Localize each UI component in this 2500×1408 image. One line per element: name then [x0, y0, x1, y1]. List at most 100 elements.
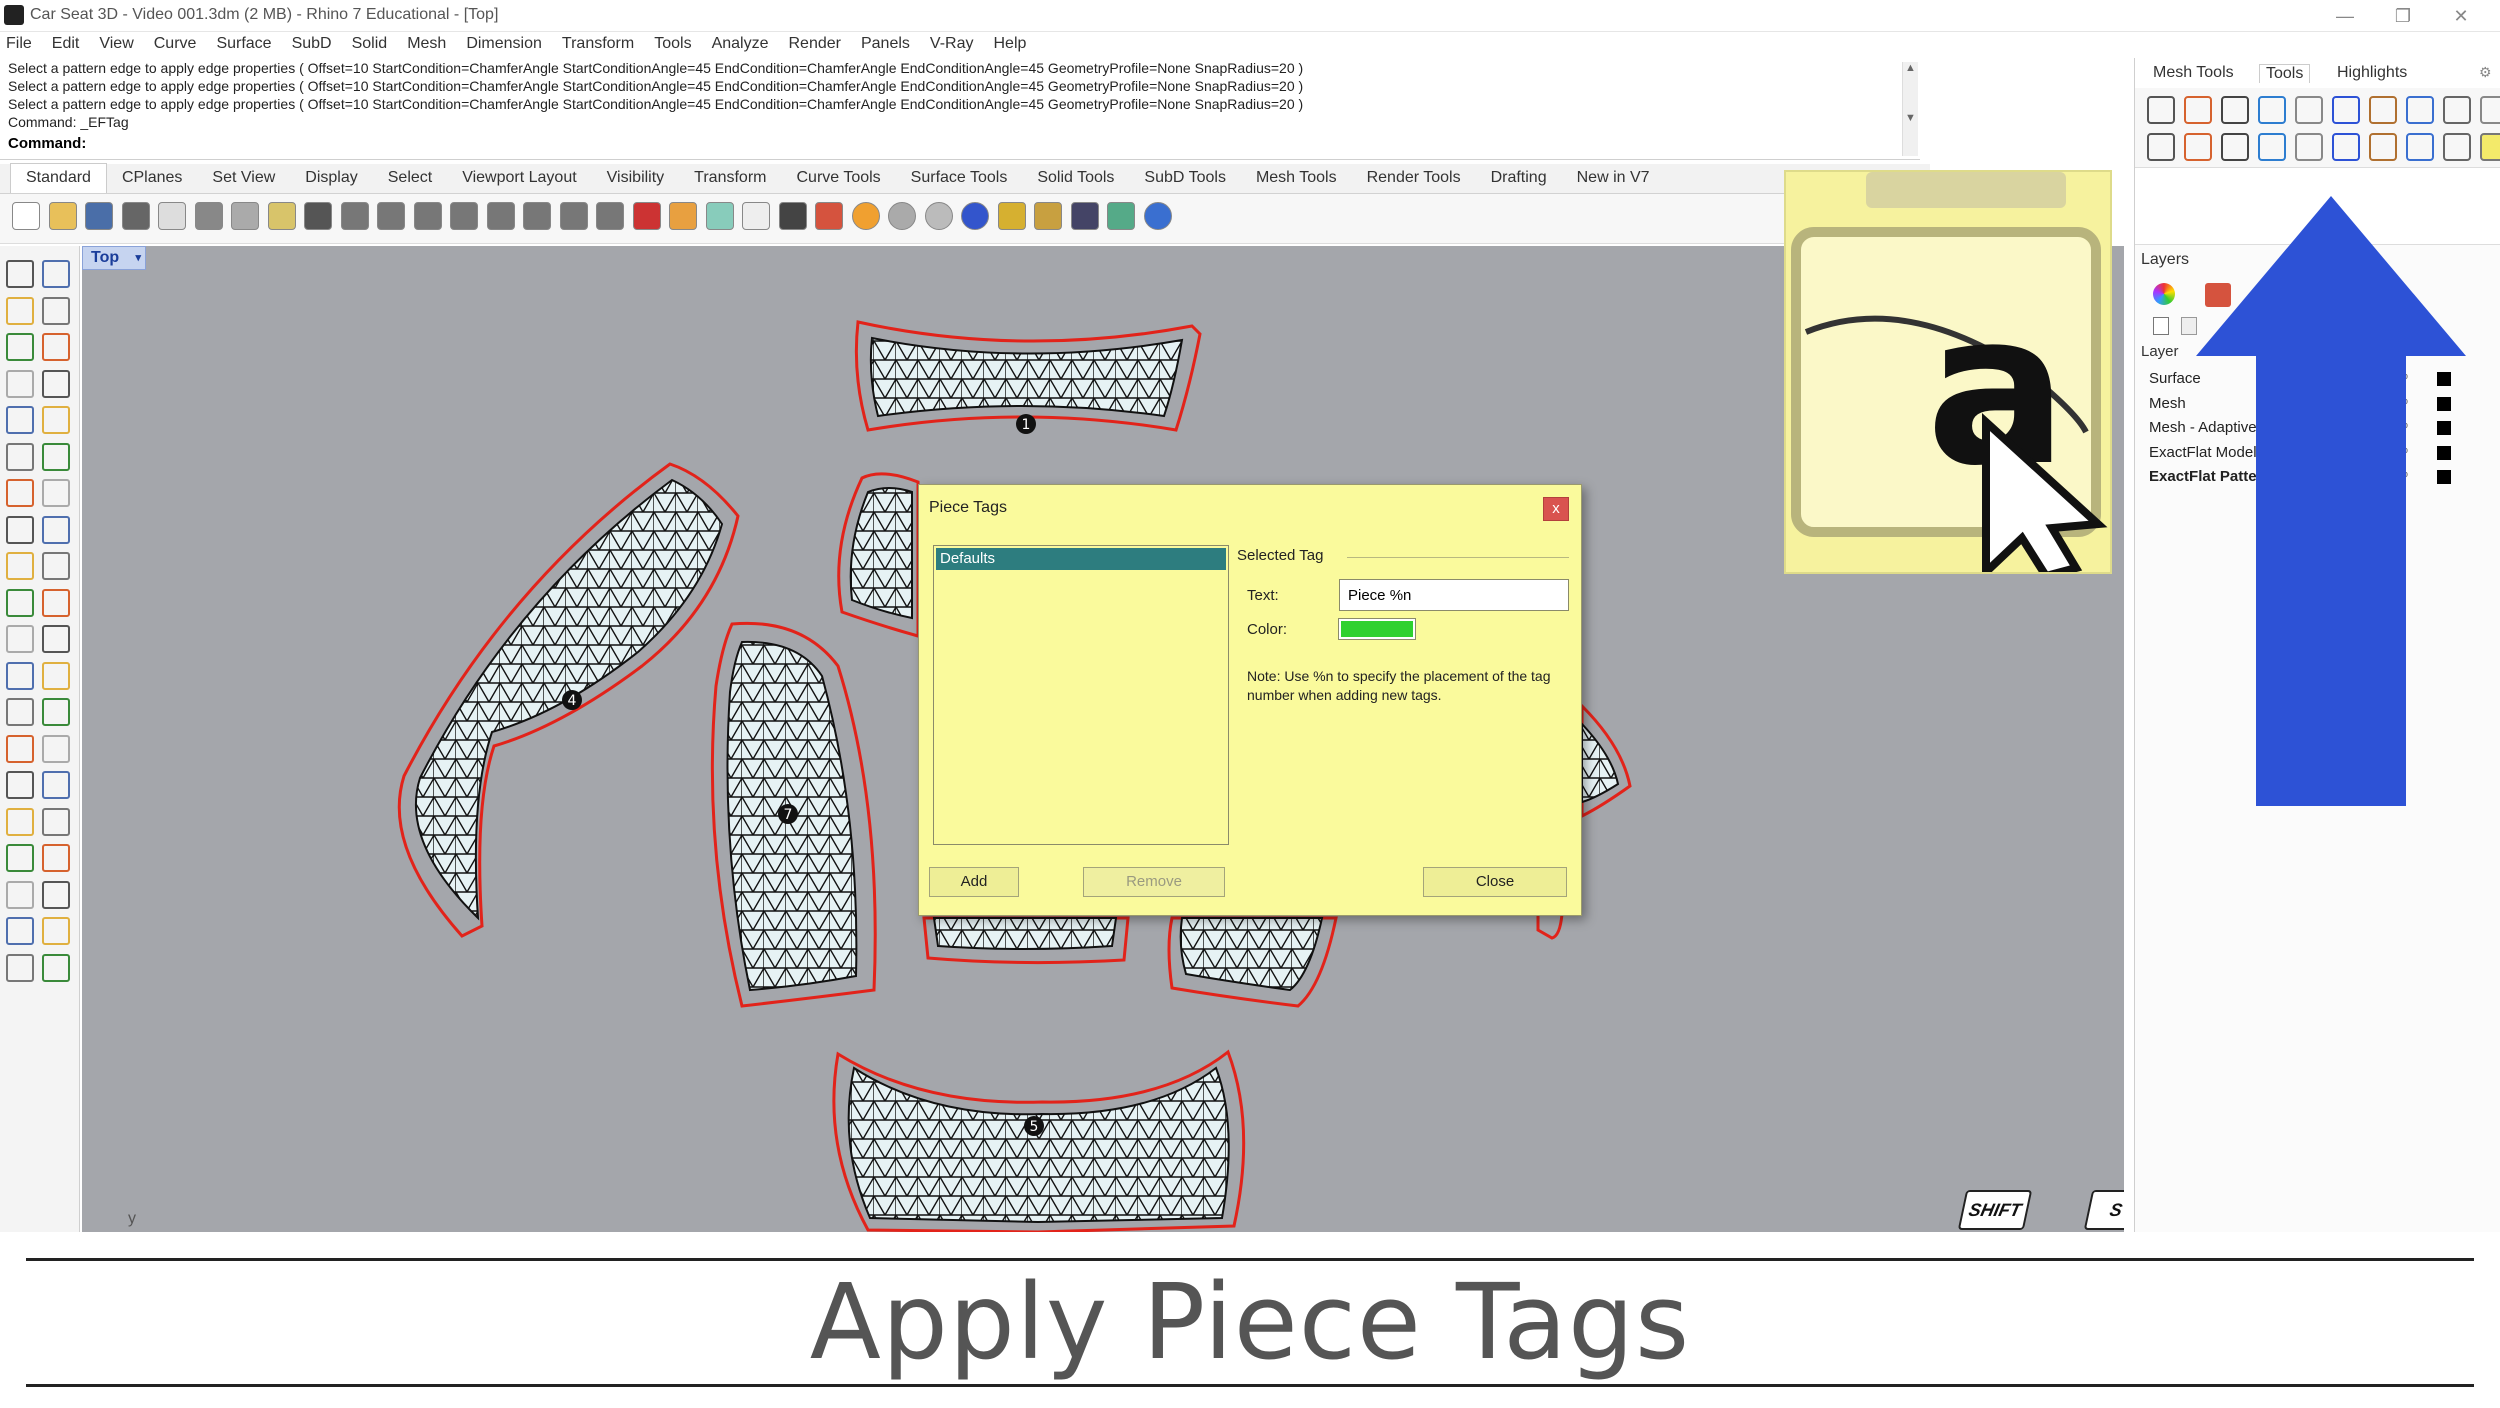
tab-render-tools[interactable]: Render Tools	[1352, 169, 1476, 193]
boolean-icon[interactable]	[6, 661, 34, 690]
curve-icon[interactable]	[42, 296, 70, 325]
save-icon[interactable]	[85, 202, 113, 230]
menu-v-ray[interactable]: V-Ray	[930, 35, 974, 53]
group-icon[interactable]	[6, 734, 34, 763]
menu-dimension[interactable]: Dimension	[466, 35, 542, 53]
select-icon[interactable]	[6, 260, 34, 288]
ellipse-icon[interactable]	[6, 406, 34, 434]
menu-subd[interactable]: SubD	[292, 35, 332, 53]
render-icon[interactable]	[961, 202, 989, 230]
polygon-icon[interactable]	[6, 369, 34, 398]
rotate-tool-icon[interactable]	[2295, 96, 2323, 124]
house-icon[interactable]	[2369, 96, 2397, 124]
menu-curve[interactable]: Curve	[154, 35, 197, 53]
print-icon[interactable]	[121, 202, 150, 230]
project-icon[interactable]	[6, 880, 34, 909]
copy-icon[interactable]	[231, 202, 259, 230]
export-icon[interactable]	[158, 202, 186, 230]
options-icon[interactable]	[1034, 202, 1062, 230]
menu-file[interactable]: File	[6, 35, 32, 53]
grid-icon[interactable]	[596, 202, 624, 230]
arc-icon[interactable]	[42, 333, 70, 361]
binoculars-icon[interactable]	[2184, 133, 2212, 161]
scale-icon[interactable]	[42, 588, 70, 617]
tag-color-swatch[interactable]	[1338, 618, 1416, 640]
add-button[interactable]: Add	[929, 867, 1019, 897]
menu-mesh[interactable]: Mesh	[407, 35, 446, 53]
zoom-dynamic-icon[interactable]	[559, 202, 588, 230]
copy-layer-icon[interactable]	[2181, 317, 2197, 335]
checkmark-icon[interactable]	[42, 917, 70, 945]
scroll-down-icon[interactable]: ▼	[1905, 112, 1916, 124]
menu-tools[interactable]: Tools	[654, 35, 691, 53]
new-file-icon[interactable]	[12, 202, 40, 230]
menu-solid[interactable]: Solid	[352, 35, 388, 53]
command-scrollbar[interactable]: ▲ ▼	[1902, 62, 1918, 156]
new-layer-icon[interactable]	[2153, 317, 2169, 335]
menu-transform[interactable]: Transform	[562, 35, 634, 53]
chevron-down-icon[interactable]: ▾	[135, 247, 141, 269]
lock-icon[interactable]	[778, 202, 807, 230]
restore-button[interactable]: ❐	[2380, 2, 2426, 30]
zoom-extents-icon[interactable]	[486, 202, 515, 230]
layer-icon[interactable]	[815, 202, 843, 230]
extrude-icon[interactable]	[6, 515, 34, 544]
cplane-icon[interactable]	[705, 202, 734, 230]
fillet-icon[interactable]	[42, 661, 70, 690]
solid-edit-icon[interactable]	[42, 479, 70, 507]
zoom-in-icon[interactable]	[413, 202, 442, 230]
properties-icon[interactable]	[1070, 202, 1099, 230]
cube-icon[interactable]	[2221, 133, 2249, 161]
menu-view[interactable]: View	[99, 35, 133, 53]
tab-mesh-tools[interactable]: Mesh Tools	[1241, 169, 1352, 193]
tab-tools[interactable]: Tools	[2259, 64, 2311, 83]
tab-solid-tools[interactable]: Solid Tools	[1022, 169, 1129, 193]
tab-highlights[interactable]: Highlights	[2337, 64, 2407, 82]
polyline-icon[interactable]	[6, 296, 34, 325]
rotate-view-icon[interactable]	[377, 202, 405, 230]
menu-help[interactable]: Help	[993, 35, 1026, 53]
dimension-icon[interactable]	[42, 552, 70, 580]
eraser-icon[interactable]	[2332, 133, 2360, 161]
piece-tag-icon[interactable]	[2480, 133, 2500, 161]
sketch-icon[interactable]	[2480, 96, 2500, 124]
render-object-icon[interactable]	[6, 807, 34, 836]
flatten-icon[interactable]	[42, 880, 70, 909]
analyze-icon[interactable]	[6, 771, 34, 799]
list-item[interactable]: Defaults	[936, 548, 1226, 570]
surface-edit-icon[interactable]	[42, 442, 70, 471]
solid-box-icon[interactable]	[6, 479, 34, 507]
named-view-icon[interactable]	[6, 917, 34, 945]
gear-icon[interactable]: ⚙	[2479, 64, 2492, 81]
shaded-icon[interactable]	[888, 202, 916, 230]
tab-display[interactable]: Display	[290, 169, 372, 193]
tab-standard[interactable]: Standard	[10, 163, 107, 193]
text-icon[interactable]	[6, 698, 34, 726]
tab-drafting[interactable]: Drafting	[1476, 169, 1562, 193]
history-icon[interactable]	[42, 844, 70, 872]
check-tool-icon[interactable]	[2258, 96, 2286, 124]
menu-surface[interactable]: Surface	[216, 35, 271, 53]
rectangle-icon[interactable]	[42, 369, 70, 398]
tag-list[interactable]: Defaults	[933, 545, 1229, 845]
menu-panels[interactable]: Panels	[861, 35, 910, 53]
measure-icon[interactable]	[2147, 96, 2175, 124]
tab-select[interactable]: Select	[373, 169, 447, 193]
menu-analyze[interactable]: Analyze	[712, 35, 769, 53]
close-window-button[interactable]: ✕	[2438, 2, 2484, 30]
globe-icon[interactable]	[2258, 133, 2286, 161]
tab-subd-tools[interactable]: SubD Tools	[1129, 169, 1241, 193]
circle-icon[interactable]	[6, 333, 34, 361]
shade-icon[interactable]	[6, 953, 34, 982]
materials-icon[interactable]	[1107, 202, 1135, 230]
color-tool-icon[interactable]	[2147, 133, 2175, 161]
upload-icon[interactable]	[2332, 96, 2360, 124]
array-icon[interactable]	[42, 625, 70, 653]
surface-icon[interactable]	[6, 442, 34, 471]
text-tag-icon[interactable]	[2443, 133, 2471, 161]
drafting-icon[interactable]	[6, 552, 34, 580]
mesh-icon[interactable]	[42, 515, 70, 544]
stack-icon[interactable]	[2406, 96, 2434, 124]
gear-tool-icon[interactable]	[2443, 96, 2471, 124]
pencil-icon[interactable]	[2295, 133, 2323, 161]
